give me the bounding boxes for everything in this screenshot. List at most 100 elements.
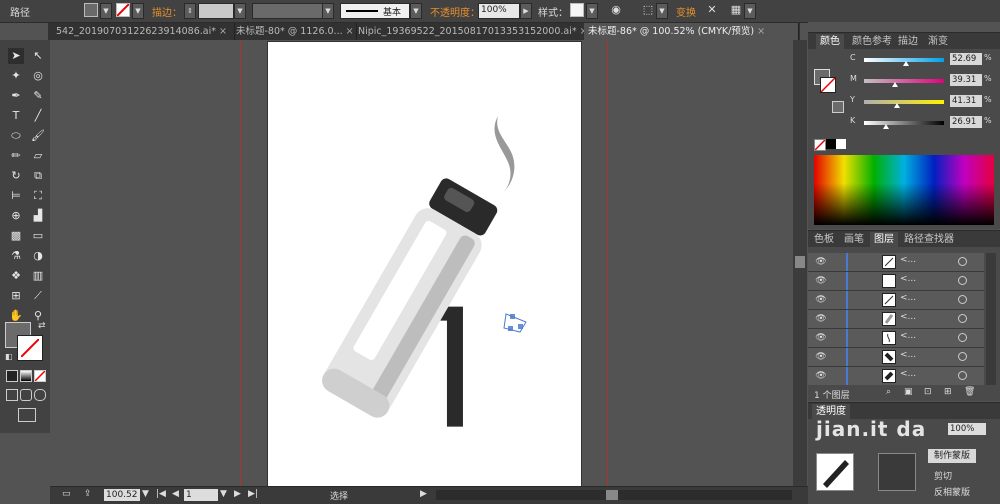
- stroke-weight-stepper[interactable]: ⇕: [184, 3, 196, 19]
- tab-swatches[interactable]: 色板: [810, 232, 838, 247]
- eye-icon[interactable]: 👁: [814, 256, 828, 268]
- selection-anchors[interactable]: [503, 313, 527, 333]
- make-clipping-mask-icon[interactable]: ▣: [904, 387, 913, 397]
- last-artboard-icon[interactable]: ▶|: [248, 489, 258, 499]
- stroke-label[interactable]: 描边：: [152, 4, 182, 19]
- new-layer-icon[interactable]: ⊞: [944, 387, 952, 397]
- slider-value[interactable]: 39.31: [950, 74, 982, 86]
- none-swatch[interactable]: [814, 139, 826, 151]
- slice-tool-icon[interactable]: ⟋: [30, 288, 46, 304]
- arrange-dropdown[interactable]: ▼: [744, 3, 756, 19]
- magic-wand-tool-icon[interactable]: ✦: [8, 68, 24, 84]
- align-icon[interactable]: ⬚: [640, 3, 656, 17]
- eraser-tool-icon[interactable]: ▱: [30, 148, 46, 164]
- screen-mode-icon[interactable]: [18, 408, 36, 422]
- tab-pathfinder[interactable]: 路径查找器: [900, 232, 958, 247]
- lasso-tool-icon[interactable]: ◎: [30, 68, 46, 84]
- layer-name[interactable]: <...: [900, 293, 916, 303]
- artboard-nav-icon[interactable]: ▭: [62, 489, 71, 499]
- color-mode-icon[interactable]: [6, 370, 18, 382]
- vacuum-flask-artwork[interactable]: [268, 42, 581, 486]
- stroke-weight-field[interactable]: [198, 3, 234, 19]
- status-menu-icon[interactable]: ▶: [420, 489, 427, 499]
- slider-value[interactable]: 26.91: [950, 116, 982, 128]
- selection-tool-icon[interactable]: ➤: [8, 48, 24, 64]
- white-swatch[interactable]: [836, 139, 846, 149]
- tab-gradient[interactable]: 渐变: [924, 34, 952, 49]
- target-icon[interactable]: [958, 314, 967, 323]
- first-artboard-icon[interactable]: |◀: [156, 489, 166, 499]
- slider-track[interactable]: [864, 121, 944, 129]
- layer-row[interactable]: 👁 <...: [808, 329, 984, 348]
- mesh-tool-icon[interactable]: ▩: [8, 228, 24, 244]
- layer-name[interactable]: <...: [900, 312, 916, 322]
- slider-thumb[interactable]: [892, 82, 899, 87]
- slider-track[interactable]: [864, 100, 944, 108]
- layers-scrollbar[interactable]: [986, 253, 996, 385]
- target-icon[interactable]: [958, 295, 967, 304]
- eye-icon[interactable]: 👁: [814, 313, 828, 325]
- slider-thumb[interactable]: [882, 124, 889, 129]
- draw-behind-icon[interactable]: [20, 389, 32, 401]
- rotate-tool-icon[interactable]: ↻: [8, 168, 24, 184]
- tab-brushes[interactable]: 画笔: [840, 232, 868, 247]
- isolate-icon[interactable]: ✕: [704, 3, 720, 17]
- draw-inside-icon[interactable]: [34, 389, 46, 401]
- stroke-color-box[interactable]: [17, 335, 43, 361]
- tab-document-1[interactable]: 542_20190703122623914086.ai* ×: [52, 23, 235, 40]
- artboard-tool-icon[interactable]: ⊞: [8, 288, 24, 304]
- zoom-field[interactable]: 100.52: [104, 489, 140, 501]
- object-thumbnail[interactable]: [816, 453, 854, 491]
- shape-builder-tool-icon[interactable]: ⊕: [8, 208, 24, 224]
- opacity-dropdown[interactable]: ▶: [520, 3, 532, 19]
- eye-icon[interactable]: 👁: [814, 351, 828, 363]
- slider-track[interactable]: [864, 58, 944, 66]
- target-icon[interactable]: [958, 257, 967, 266]
- layer-name[interactable]: <...: [900, 331, 916, 341]
- layer-name[interactable]: <...: [900, 350, 916, 360]
- align-dropdown[interactable]: ▼: [656, 3, 668, 19]
- pen-tool-icon[interactable]: ✒: [8, 88, 24, 104]
- artboard-dropdown[interactable]: ▼: [220, 489, 227, 499]
- stroke-dropdown[interactable]: ▼: [132, 3, 144, 19]
- slider-value[interactable]: 41.31: [950, 95, 982, 107]
- eye-icon[interactable]: 👁: [814, 275, 828, 287]
- tab-layers[interactable]: 图层: [870, 232, 898, 247]
- type-tool-icon[interactable]: T: [8, 108, 24, 124]
- zoom-dropdown[interactable]: ▼: [142, 489, 149, 499]
- brush-style-dropdown[interactable]: ▼: [410, 3, 422, 19]
- tab-stroke[interactable]: 描边: [894, 34, 922, 49]
- free-transform-tool-icon[interactable]: ⛶: [30, 188, 46, 204]
- fill-swatch[interactable]: [84, 3, 98, 17]
- layer-name[interactable]: <...: [900, 274, 916, 284]
- artboard[interactable]: [267, 41, 582, 487]
- arrange-icon[interactable]: ▦: [728, 3, 744, 17]
- opacity-label[interactable]: 不透明度：: [430, 4, 480, 19]
- tab-document-active[interactable]: 未标题-86* @ 100.52% (CMYK/预览) ×: [584, 23, 799, 40]
- slider-thumb[interactable]: [894, 103, 901, 108]
- invert-mask-checkbox-label[interactable]: 反相蒙版: [934, 485, 970, 498]
- layer-row[interactable]: 👁 <...: [808, 291, 984, 310]
- direct-selection-tool-icon[interactable]: ↖: [30, 48, 46, 64]
- slider-thumb[interactable]: [903, 61, 910, 66]
- make-mask-button[interactable]: 制作蒙版: [928, 449, 976, 463]
- fill-dropdown[interactable]: ▼: [100, 3, 112, 19]
- layer-name[interactable]: <...: [900, 369, 916, 379]
- recolor-artwork-icon[interactable]: ◉: [608, 3, 624, 17]
- share-icon[interactable]: ⇪: [84, 489, 92, 499]
- curvature-tool-icon[interactable]: ✎: [30, 88, 46, 104]
- delete-layer-icon[interactable]: 🗑: [964, 387, 975, 397]
- eyedropper-tool-icon[interactable]: ⚗: [8, 248, 24, 264]
- vertical-scroll-thumb[interactable]: [795, 256, 805, 268]
- default-colors-icon[interactable]: ◧: [5, 352, 13, 361]
- graphic-style-dropdown[interactable]: ▼: [586, 3, 598, 19]
- transform-link[interactable]: 变换: [676, 4, 696, 19]
- close-icon[interactable]: ×: [346, 26, 354, 37]
- next-artboard-icon[interactable]: ▶: [234, 489, 241, 499]
- slider-value[interactable]: 52.69: [950, 53, 982, 65]
- opacity-field[interactable]: 100%: [478, 3, 520, 19]
- target-icon[interactable]: [958, 371, 967, 380]
- stroke-swatch[interactable]: [116, 3, 130, 17]
- perspective-grid-tool-icon[interactable]: ▟: [30, 208, 46, 224]
- scale-tool-icon[interactable]: ⧉: [30, 168, 46, 184]
